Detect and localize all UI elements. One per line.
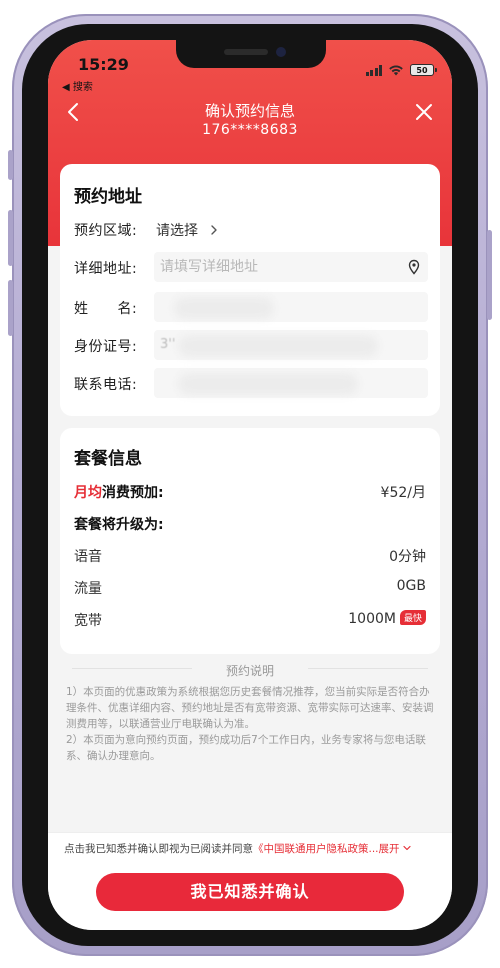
package-card-title: 套餐信息: [74, 449, 142, 469]
address-card: 预约地址 预约区域: 请选择 详细地址: 姓 名: 身份证号:: [60, 164, 440, 416]
chevron-right-icon: [211, 225, 218, 235]
confirm-button[interactable]: 我已知悉并确认: [96, 873, 404, 911]
data-value: 0GB: [396, 578, 426, 594]
detail-address-label: 详细地址:: [74, 261, 138, 277]
broadband-value-wrap: 1000M 最快: [348, 610, 426, 627]
wifi-icon: [389, 65, 403, 76]
bottom-action-bar: 点击我已知悉并确认即视为已阅读并同意《中国联通用户隐私政策...展开 我已知悉并…: [48, 832, 452, 930]
name-row: 姓 名:: [74, 292, 430, 322]
id-number-label: 身份证号:: [74, 339, 138, 355]
status-back-app[interactable]: ◀ 搜索: [62, 78, 93, 93]
expand-text: 展开: [378, 843, 400, 855]
region-label: 预约区域:: [74, 223, 138, 239]
close-icon[interactable]: [412, 100, 436, 124]
region-select-text: 请选择: [156, 223, 198, 239]
voice-row: 语音 0分钟: [74, 546, 426, 566]
monthly-highlight: 月均: [74, 485, 102, 501]
contact-phone-label: 联系电话:: [74, 377, 138, 393]
address-card-title: 预约地址: [74, 187, 142, 207]
broadband-value: 1000M: [348, 611, 396, 627]
contact-phone-blurred-value: [178, 373, 358, 395]
phone-volume-up: [8, 210, 13, 266]
phone-volume-down: [8, 280, 13, 336]
detail-address-input[interactable]: [154, 252, 428, 282]
monthly-fee-value: ¥52/月: [380, 485, 426, 501]
status-icons: 50: [365, 64, 437, 76]
phone-side-button: [8, 150, 13, 180]
region-row[interactable]: 预约区域: 请选择: [74, 214, 430, 244]
detail-address-row: 详细地址:: [74, 252, 430, 282]
voice-value: 0分钟: [389, 549, 426, 565]
location-pin-icon[interactable]: [406, 259, 422, 275]
screen: 15:29 ◀ 搜索 50 确认预约信息 176****8683 预约地址 预约…: [48, 40, 452, 930]
monthly-fee-label: 消费预加:: [102, 485, 164, 501]
battery-icon: 50: [410, 64, 437, 76]
id-number-blurred-value: [178, 335, 378, 357]
broadband-speed-badge: 最快: [399, 610, 426, 625]
privacy-policy-link[interactable]: 《中国联通用户隐私政策...: [253, 843, 379, 855]
phone-power-button: [487, 230, 492, 320]
data-label: 流量: [74, 581, 102, 597]
data-row: 流量 0GB: [74, 578, 426, 598]
chevron-down-icon: [402, 845, 411, 851]
voice-label: 语音: [74, 549, 102, 565]
notice-paragraph-2: 2）本页面为意向预约页面，预约成功后7个工作日内，业务专家将与您电话联系、确认办…: [66, 734, 426, 762]
upgrade-label: 套餐将升级为:: [74, 517, 164, 533]
expand-link[interactable]: 展开: [379, 843, 412, 855]
broadband-row: 宽带 1000M 最快: [74, 610, 426, 630]
notice-title: 预约说明: [225, 664, 274, 678]
front-camera: [276, 47, 286, 57]
name-blurred-value: [174, 297, 274, 319]
contact-phone-row: 联系电话:: [74, 368, 430, 398]
name-label: 姓 名:: [74, 301, 138, 317]
monthly-fee-row: 月均消费预加: ¥52/月: [74, 482, 426, 502]
status-time: 15:29: [78, 55, 129, 74]
signal-icon: [365, 64, 382, 76]
page-title: 确认预约信息: [204, 102, 295, 120]
notice-paragraph-1: 1）本页面的优惠政策为系统根据您历史套餐情况推荐，您当前实际是否符合办理条件、优…: [66, 686, 434, 730]
notch: [176, 40, 326, 68]
region-value[interactable]: 请选择: [156, 220, 220, 240]
broadband-label: 宽带: [74, 613, 102, 629]
page-subtitle-phone: 176****8683: [202, 122, 298, 138]
package-card: 套餐信息 月均消费预加: ¥52/月 套餐将升级为: 语音 0分钟 流量 0GB…: [60, 428, 440, 654]
id-number-partial: 3'': [160, 337, 176, 352]
speaker: [224, 49, 268, 55]
agreement-line: 点击我已知悉并确认即视为已阅读并同意《中国联通用户隐私政策...展开: [64, 841, 440, 856]
id-number-row: 身份证号: 3'': [74, 330, 430, 360]
agreement-prefix: 点击我已知悉并确认即视为已阅读并同意: [64, 843, 253, 855]
